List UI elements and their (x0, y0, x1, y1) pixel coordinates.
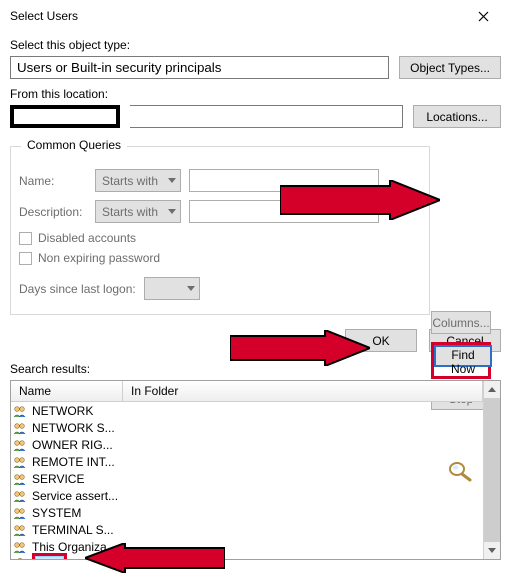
result-name: SYSTEM (32, 506, 81, 520)
find-now-button[interactable]: Find Now (434, 345, 492, 367)
description-mode-value: Starts with (102, 205, 158, 219)
result-row[interactable]: This Organiza... (11, 538, 483, 555)
chevron-up-icon (488, 387, 496, 392)
results-scrollbar[interactable] (483, 381, 500, 559)
result-row[interactable]: REMOTE INT... (11, 453, 483, 470)
chevron-down-icon (168, 209, 176, 214)
ok-button[interactable]: OK (345, 329, 417, 352)
common-queries-legend: Common Queries (21, 138, 127, 152)
group-icon (12, 488, 28, 504)
location-label: From this location: (10, 87, 501, 101)
chevron-down-icon (168, 178, 176, 183)
search-results-label: Search results: (10, 362, 501, 376)
group-icon (12, 437, 28, 453)
description-filter-label: Description: (19, 205, 87, 219)
non-expiring-password-checkbox[interactable] (19, 252, 32, 265)
result-name: NETWORK S... (32, 421, 115, 435)
result-row[interactable]: NETWORK S... (11, 419, 483, 436)
result-name: TERMINAL S... (32, 523, 114, 537)
selected-highlight: user (32, 553, 67, 560)
location-redacted (10, 105, 120, 128)
group-icon (12, 420, 28, 436)
result-row[interactable]: SYSTEM (11, 504, 483, 521)
group-icon (12, 471, 28, 487)
dialog-title: Select Users (10, 9, 78, 23)
chevron-down-icon (488, 548, 496, 553)
group-icon (12, 505, 28, 521)
close-button[interactable] (463, 3, 503, 29)
object-type-label: Select this object type: (10, 38, 501, 52)
column-header-infolder[interactable]: In Folder (123, 381, 483, 401)
name-mode-select[interactable]: Starts with (95, 169, 181, 192)
name-mode-value: Starts with (102, 174, 158, 188)
location-display[interactable] (130, 105, 403, 128)
close-icon (478, 11, 489, 22)
result-name: This Organiza... (32, 540, 117, 554)
result-name: OWNER RIG... (32, 438, 113, 452)
common-queries-group: Common Queries Name: Starts with Descrip… (10, 146, 430, 315)
scroll-up-button[interactable] (484, 381, 500, 398)
non-expiring-password-label: Non expiring password (38, 251, 160, 265)
days-since-logon-label: Days since last logon: (19, 282, 136, 296)
scroll-down-button[interactable] (484, 542, 500, 559)
result-name: NETWORK (32, 404, 93, 418)
object-types-button[interactable]: Object Types... (399, 56, 501, 79)
user-icon (12, 556, 28, 560)
locations-button[interactable]: Locations... (413, 105, 501, 128)
result-row[interactable]: Service assert... (11, 487, 483, 504)
name-filter-input[interactable] (189, 169, 379, 192)
find-now-highlight: Find Now (431, 342, 491, 379)
days-since-logon-select[interactable] (144, 277, 200, 300)
description-filter-input[interactable] (189, 200, 379, 223)
column-header-name[interactable]: Name (11, 381, 123, 401)
result-row[interactable]: SERVICE (11, 470, 483, 487)
group-icon (12, 454, 28, 470)
result-row[interactable]: TERMINAL S... (11, 521, 483, 538)
result-row[interactable]: OWNER RIG... (11, 436, 483, 453)
results-list: Name In Folder NETWORK NETWORK S... OWNER … (10, 380, 501, 560)
scroll-thumb[interactable] (484, 398, 500, 542)
result-name: Service assert... (32, 489, 118, 503)
result-row[interactable]: NETWORK (11, 402, 483, 419)
disabled-accounts-label: Disabled accounts (38, 231, 136, 245)
disabled-accounts-checkbox[interactable] (19, 232, 32, 245)
group-icon (12, 539, 28, 555)
description-mode-select[interactable]: Starts with (95, 200, 181, 223)
chevron-down-icon (187, 286, 195, 291)
group-icon (12, 403, 28, 419)
result-name: user (35, 556, 64, 560)
result-name: REMOTE INT... (32, 455, 115, 469)
group-icon (12, 522, 28, 538)
name-filter-label: Name: (19, 174, 87, 188)
result-row-selected[interactable]: user (11, 555, 483, 559)
result-name: SERVICE (32, 472, 84, 486)
columns-button[interactable]: Columns... (431, 311, 491, 334)
object-type-input[interactable] (10, 56, 389, 79)
